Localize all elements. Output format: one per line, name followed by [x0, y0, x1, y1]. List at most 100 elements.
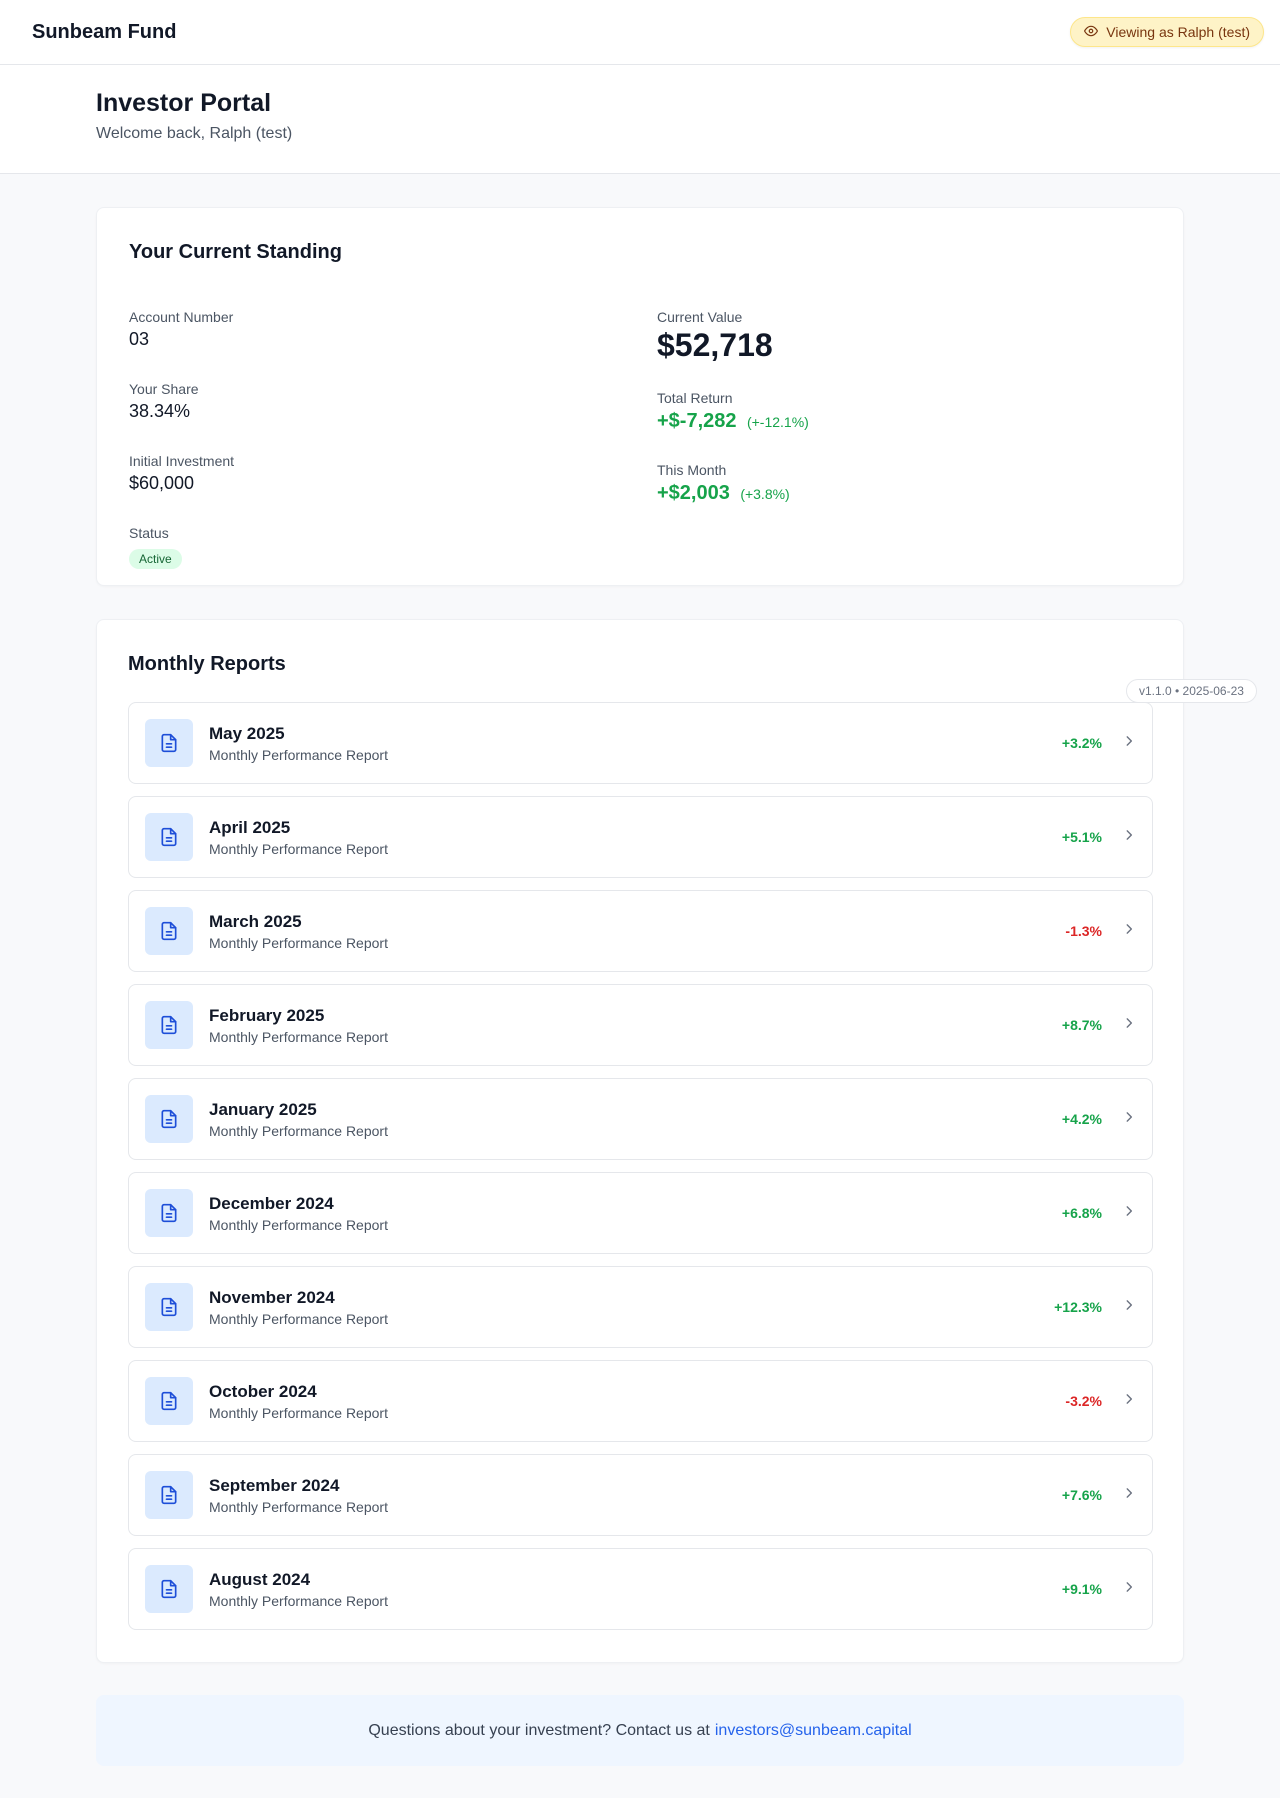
share-label: Your Share	[129, 381, 199, 397]
report-subtitle: Monthly Performance Report	[209, 934, 388, 951]
report-row-0[interactable]: May 2025 Monthly Performance Report +3.2…	[128, 702, 1153, 784]
contact-email-link[interactable]: investors@sunbeam.capital	[715, 1722, 912, 1740]
total-return-percent: (+-12.1%)	[746, 414, 809, 430]
monthly-reports-card: Monthly Reports May 2025 Monthly Perform…	[96, 619, 1184, 1663]
report-text: August 2024 Monthly Performance Report	[209, 1570, 1062, 1609]
report-text: January 2025 Monthly Performance Report	[209, 1100, 1062, 1139]
document-icon	[145, 907, 193, 955]
chevron-right-icon	[1122, 1298, 1136, 1317]
account-number-stat: Account Number 03	[129, 309, 233, 350]
current-standing-title: Your Current Standing	[129, 241, 342, 263]
chevron-right-icon	[1122, 1110, 1136, 1129]
total-return-row: +$-7,282 (+-12.1%)	[657, 410, 809, 433]
report-text: November 2024 Monthly Performance Report	[209, 1288, 1054, 1327]
report-text: April 2025 Monthly Performance Report	[209, 818, 1062, 857]
report-row-1[interactable]: April 2025 Monthly Performance Report +5…	[128, 796, 1153, 878]
report-change: +6.8%	[1061, 1205, 1102, 1221]
report-row-6[interactable]: November 2024 Monthly Performance Report…	[128, 1266, 1153, 1348]
current-value-stat: Current Value $52,718	[657, 309, 773, 364]
report-change: +9.1%	[1061, 1581, 1102, 1597]
total-return-value: +$-7,282	[657, 410, 737, 432]
document-icon	[145, 1283, 193, 1331]
chevron-right-icon	[1122, 1016, 1136, 1035]
initial-investment-label: Initial Investment	[129, 453, 235, 469]
report-title: September 2024	[209, 1475, 340, 1495]
page-header: Investor Portal Welcome back, Ralph (tes…	[0, 65, 1280, 174]
report-text: October 2024 Monthly Performance Report	[209, 1382, 1065, 1421]
report-text: December 2024 Monthly Performance Report	[209, 1194, 1062, 1233]
report-row-5[interactable]: December 2024 Monthly Performance Report…	[128, 1172, 1153, 1254]
report-list: May 2025 Monthly Performance Report +3.2…	[128, 702, 1153, 1642]
document-icon	[145, 1001, 193, 1049]
chevron-right-icon	[1122, 734, 1136, 753]
report-text: March 2025 Monthly Performance Report	[209, 912, 1065, 951]
document-icon	[145, 1095, 193, 1143]
current-standing-card: Your Current Standing Account Number 03 …	[96, 207, 1184, 586]
report-title: February 2025	[209, 1005, 325, 1025]
report-text: September 2024 Monthly Performance Repor…	[209, 1476, 1062, 1515]
status-stat: Status Active	[129, 525, 182, 569]
initial-investment-value: $60,000	[129, 473, 195, 493]
report-text: May 2025 Monthly Performance Report	[209, 724, 1062, 763]
this-month-value: +$2,003	[657, 482, 730, 504]
contact-banner: Questions about your investment? Contact…	[96, 1695, 1184, 1766]
report-subtitle: Monthly Performance Report	[209, 1592, 388, 1609]
report-row-3[interactable]: February 2025 Monthly Performance Report…	[128, 984, 1153, 1066]
report-subtitle: Monthly Performance Report	[209, 1216, 388, 1233]
total-return-label: Total Return	[657, 390, 733, 406]
report-text: February 2025 Monthly Performance Report	[209, 1006, 1062, 1045]
report-title: May 2025	[209, 723, 285, 743]
report-change: +4.2%	[1061, 1111, 1102, 1127]
report-row-4[interactable]: January 2025 Monthly Performance Report …	[128, 1078, 1153, 1160]
report-title: August 2024	[209, 1569, 311, 1589]
report-change: +5.1%	[1061, 829, 1102, 845]
report-title: December 2024	[209, 1193, 334, 1213]
viewing-as-label: Viewing as Ralph (test)	[1106, 24, 1250, 40]
share-value: 38.34%	[129, 401, 191, 421]
current-value: $52,718	[657, 327, 773, 363]
page-title: Investor Portal	[96, 89, 272, 117]
chevron-right-icon	[1122, 1204, 1136, 1223]
chevron-right-icon	[1122, 1486, 1136, 1505]
chevron-right-icon	[1122, 922, 1136, 941]
report-row-9[interactable]: August 2024 Monthly Performance Report +…	[128, 1548, 1153, 1630]
document-icon	[145, 1189, 193, 1237]
welcome-message: Welcome back, Ralph (test)	[96, 125, 293, 142]
report-subtitle: Monthly Performance Report	[209, 1028, 388, 1045]
monthly-reports-title: Monthly Reports	[128, 653, 286, 675]
report-subtitle: Monthly Performance Report	[209, 1404, 388, 1421]
report-subtitle: Monthly Performance Report	[209, 840, 388, 857]
report-subtitle: Monthly Performance Report	[209, 1310, 388, 1327]
report-title: November 2024	[209, 1287, 335, 1307]
share-stat: Your Share 38.34%	[129, 381, 199, 422]
report-change: -1.3%	[1065, 923, 1102, 939]
this-month-label: This Month	[657, 462, 727, 478]
contact-text: Questions about your investment? Contact…	[368, 1721, 710, 1739]
report-title: April 2025	[209, 817, 291, 837]
report-subtitle: Monthly Performance Report	[209, 746, 388, 763]
document-icon	[145, 1471, 193, 1519]
top-bar: Sunbeam Fund Viewing as Ralph (test)	[0, 0, 1280, 65]
report-row-7[interactable]: October 2024 Monthly Performance Report …	[128, 1360, 1153, 1442]
report-row-8[interactable]: September 2024 Monthly Performance Repor…	[128, 1454, 1153, 1536]
report-change: -3.2%	[1065, 1393, 1102, 1409]
report-subtitle: Monthly Performance Report	[209, 1122, 388, 1139]
this-month-stat: This Month +$2,003 (+3.8%)	[657, 462, 790, 505]
status-badge: Active	[129, 549, 182, 569]
report-title: March 2025	[209, 911, 302, 931]
report-subtitle: Monthly Performance Report	[209, 1498, 388, 1515]
this-month-row: +$2,003 (+3.8%)	[657, 482, 790, 505]
report-title: January 2025	[209, 1099, 317, 1119]
chevron-right-icon	[1122, 828, 1136, 847]
report-change: +12.3%	[1054, 1299, 1102, 1315]
report-change: +8.7%	[1061, 1017, 1102, 1033]
account-number-label: Account Number	[129, 309, 234, 325]
chevron-right-icon	[1122, 1392, 1136, 1411]
eye-icon	[1084, 24, 1099, 41]
viewing-as-badge[interactable]: Viewing as Ralph (test)	[1070, 17, 1264, 47]
version-badge: v1.1.0 • 2025-06-23	[1126, 679, 1257, 703]
this-month-percent: (+3.8%)	[740, 486, 790, 502]
brand-name[interactable]: Sunbeam Fund	[32, 21, 176, 44]
report-row-2[interactable]: March 2025 Monthly Performance Report -1…	[128, 890, 1153, 972]
current-value-label: Current Value	[657, 309, 743, 325]
